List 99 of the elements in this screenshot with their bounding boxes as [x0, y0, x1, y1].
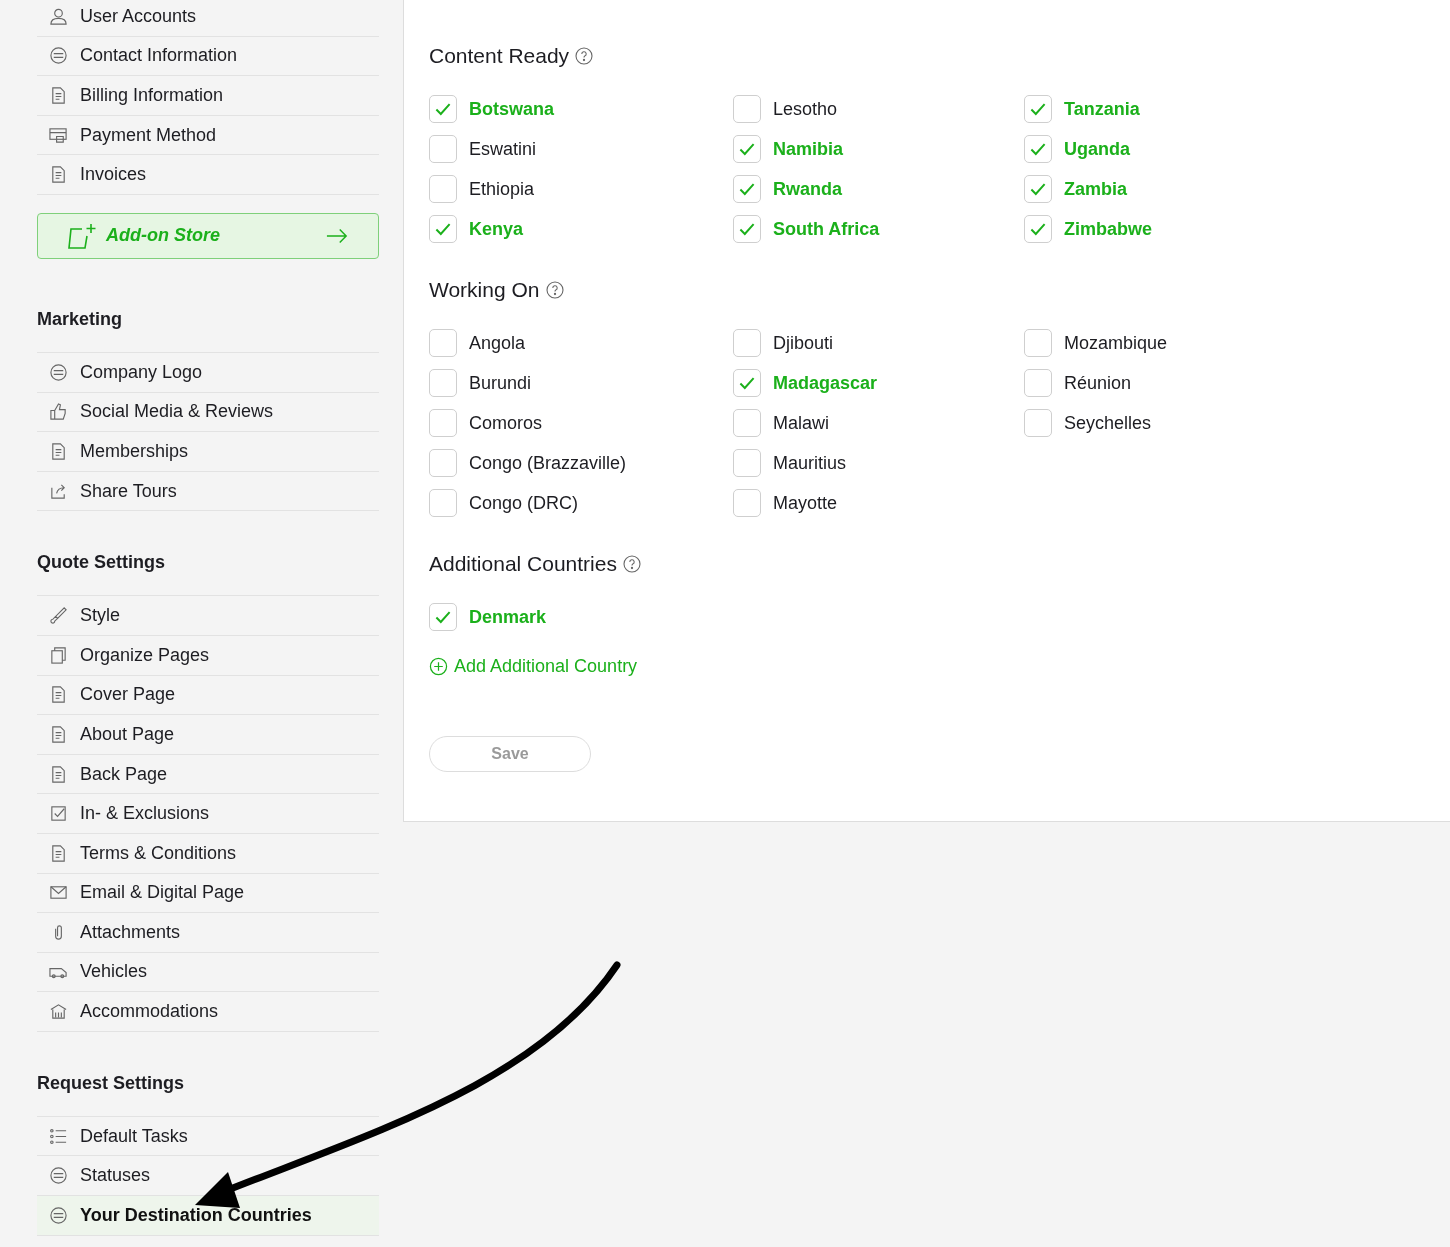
page-icon	[49, 685, 68, 705]
checkbox[interactable]	[429, 369, 457, 397]
country-label: Ethiopia	[469, 178, 535, 200]
sidebar-item[interactable]: User Accounts	[37, 0, 379, 37]
country-label: Rwanda	[773, 178, 842, 200]
checkbox[interactable]	[733, 329, 761, 357]
checkbox[interactable]	[429, 489, 457, 517]
country-label: Mozambique	[1064, 332, 1168, 354]
sidebar-item[interactable]: Company Logo	[37, 352, 379, 393]
sidebar-item[interactable]: Invoices	[37, 155, 379, 195]
sidebar-item[interactable]: Payment Method	[37, 115, 379, 156]
country-label: Comoros	[469, 412, 543, 434]
document-icon	[49, 165, 68, 185]
page-icon	[49, 764, 68, 784]
help-icon[interactable]	[575, 47, 594, 65]
country-label: Eswatini	[469, 138, 537, 160]
section-title: Content Ready	[429, 44, 570, 68]
arrow-right-icon	[326, 227, 348, 244]
checkbox[interactable]	[429, 135, 457, 163]
country-label: Zimbabwe	[1064, 218, 1152, 240]
country-label: Djibouti	[773, 332, 834, 354]
country-label: Kenya	[469, 218, 524, 240]
sidebar-item[interactable]: Attachments	[37, 913, 379, 953]
checkbox[interactable]	[1024, 175, 1052, 203]
country-label: Zambia	[1064, 178, 1128, 200]
building-icon	[49, 1002, 68, 1022]
sidebar-item[interactable]: Social Media & Reviews	[37, 392, 379, 433]
country-label: Denmark	[469, 606, 547, 628]
sidebar-item[interactable]: Back Page	[37, 754, 379, 795]
country-label: Seychelles	[1064, 412, 1152, 434]
country-label: Burundi	[469, 372, 532, 394]
country-label: Lesotho	[773, 98, 838, 120]
country-label: Namibia	[773, 138, 844, 160]
sidebar-item[interactable]: Billing Information	[37, 76, 379, 116]
sidebar-item[interactable]: In- & Exclusions	[37, 794, 379, 834]
list-icon	[49, 1126, 68, 1146]
checkbox[interactable]	[733, 175, 761, 203]
sidebar-item[interactable]: Style	[37, 596, 379, 636]
country-label: Congo (Brazzaville)	[469, 452, 627, 474]
checkbox-icon	[49, 804, 68, 824]
sidebar-item[interactable]: Default Tasks	[37, 1116, 379, 1157]
person-icon	[49, 6, 68, 26]
sidebar-item[interactable]: Share Tours	[37, 471, 379, 512]
country-label: Botswana	[469, 98, 555, 120]
country-label: Réunion	[1064, 372, 1132, 394]
country-label: South Africa	[773, 218, 880, 240]
country-label: Congo (DRC)	[469, 492, 579, 514]
thumbs-up-icon	[49, 402, 68, 422]
add-page-icon	[68, 222, 98, 249]
sidebar-heading: Request Settings	[37, 1071, 186, 1095]
checkbox[interactable]	[1024, 329, 1052, 357]
checkbox[interactable]	[733, 135, 761, 163]
sidebar-item[interactable]: Accommodations	[37, 992, 379, 1032]
document-icon	[49, 86, 68, 105]
country-label: Madagascar	[773, 372, 878, 394]
country-label: Tanzania	[1064, 98, 1140, 120]
sidebar-item[interactable]: Memberships	[37, 432, 379, 472]
checkbox[interactable]	[1024, 215, 1052, 243]
checkbox[interactable]	[429, 329, 457, 357]
checkbox[interactable]	[733, 409, 761, 437]
help-icon[interactable]	[622, 555, 641, 573]
checkbox[interactable]	[429, 215, 457, 243]
help-icon[interactable]	[545, 281, 564, 299]
country-label: Angola	[469, 332, 526, 354]
card-icon	[49, 125, 68, 145]
checkbox[interactable]	[733, 489, 761, 517]
checkbox[interactable]	[429, 175, 457, 203]
sidebar-item[interactable]: Terms & Conditions	[37, 833, 379, 874]
sidebar-heading: Quote Settings	[37, 551, 166, 575]
checkbox[interactable]	[429, 409, 457, 437]
sidebar-item[interactable]: Cover Page	[37, 675, 379, 716]
brush-icon	[49, 606, 68, 626]
checkbox[interactable]	[733, 449, 761, 477]
country-label: Malawi	[773, 412, 829, 434]
checkbox[interactable]	[429, 449, 457, 477]
plus-circle-icon	[429, 657, 448, 676]
pages-icon	[49, 645, 68, 665]
checkbox[interactable]	[429, 95, 457, 123]
checkbox[interactable]	[1024, 95, 1052, 123]
checkbox[interactable]	[1024, 409, 1052, 437]
sidebar-item[interactable]: Contact Information	[37, 36, 379, 77]
country-label: Mayotte	[773, 492, 838, 514]
sidebar-item[interactable]: Email & Digital Page	[37, 873, 379, 914]
checkbox[interactable]	[733, 215, 761, 243]
checkbox[interactable]	[733, 95, 761, 123]
country-label: Uganda	[1064, 138, 1130, 160]
checkbox[interactable]	[429, 603, 457, 631]
sidebar-item[interactable]: Organize Pages	[37, 635, 379, 676]
checkbox[interactable]	[1024, 369, 1052, 397]
country-label: Mauritius	[773, 452, 847, 474]
page-icon	[49, 724, 68, 744]
sidebar-heading: Marketing	[37, 307, 124, 331]
section-title: Working On	[429, 278, 540, 302]
checkbox[interactable]	[1024, 135, 1052, 163]
checkbox[interactable]	[733, 369, 761, 397]
sidebar-item[interactable]: Vehicles	[37, 952, 379, 993]
sidebar-item[interactable]: About Page	[37, 715, 379, 755]
section-title: Additional Countries	[429, 552, 617, 576]
sidebar-item[interactable]: Your Destination Countries	[37, 1196, 379, 1236]
